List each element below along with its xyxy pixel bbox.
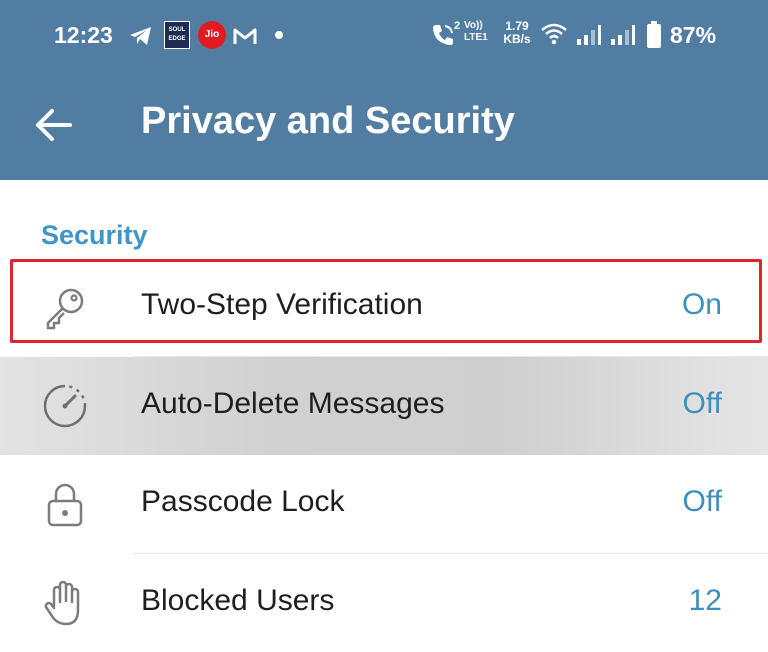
blocked-users-value: 12	[688, 584, 722, 617]
volte-bottom-text: LTE1	[464, 32, 488, 43]
key-icon	[46, 288, 84, 330]
volte-indicator: Vo)) LTE1	[464, 20, 494, 44]
app-bar: 12:23 SOUL EDGE Jio 2 Vo)) LTE1 1.79 KB/…	[0, 0, 768, 180]
gmail-icon	[233, 28, 257, 44]
lock-icon	[47, 483, 83, 527]
section-header-security: Security	[41, 220, 148, 250]
volte-top-text: Vo))	[464, 20, 483, 31]
timer-icon	[43, 384, 87, 428]
signal-strength-icon	[611, 25, 635, 45]
two-step-verification-label: Two-Step Verification	[141, 288, 423, 321]
signal-strength-icon	[577, 25, 601, 45]
battery-percent: 87%	[670, 22, 717, 48]
call-sim-number: 2	[454, 20, 461, 32]
blocked-users-label: Blocked Users	[141, 584, 335, 617]
network-speed-unit: KB/s	[503, 32, 531, 46]
arrow-left-icon	[36, 109, 72, 141]
wifi-calling-icon	[433, 25, 453, 45]
auto-delete-messages-row[interactable]: Auto-Delete Messages Off	[0, 357, 768, 455]
passcode-lock-value: Off	[682, 485, 722, 518]
blocked-users-row[interactable]: Blocked Users 12	[0, 554, 768, 652]
passcode-lock-row[interactable]: Passcode Lock Off	[0, 455, 768, 553]
battery-icon	[647, 21, 661, 48]
jio-badge-text: Jio	[204, 29, 220, 40]
more-dot-icon	[275, 31, 283, 39]
back-button[interactable]	[28, 102, 80, 148]
passcode-lock-label: Passcode Lock	[141, 485, 345, 518]
two-step-verification-row[interactable]: Two-Step Verification On	[0, 258, 768, 356]
two-step-verification-value: On	[681, 288, 722, 321]
soul-edge-badge-text: SOUL EDGE	[168, 27, 186, 42]
telegram-icon	[130, 27, 151, 45]
auto-delete-messages-label: Auto-Delete Messages	[141, 387, 445, 420]
auto-delete-messages-value: Off	[682, 387, 722, 420]
jio-icon: Jio	[198, 21, 226, 49]
soul-edge-app-icon: SOUL EDGE	[164, 21, 190, 49]
network-speed: 1.79 KB/s	[499, 20, 535, 46]
page-title: Privacy and Security	[141, 100, 515, 142]
status-bar: 12:23 SOUL EDGE Jio 2 Vo)) LTE1 1.79 KB/…	[0, 0, 768, 72]
wifi-icon	[541, 23, 567, 45]
hand-icon	[44, 580, 80, 626]
status-time: 12:23	[54, 22, 113, 48]
